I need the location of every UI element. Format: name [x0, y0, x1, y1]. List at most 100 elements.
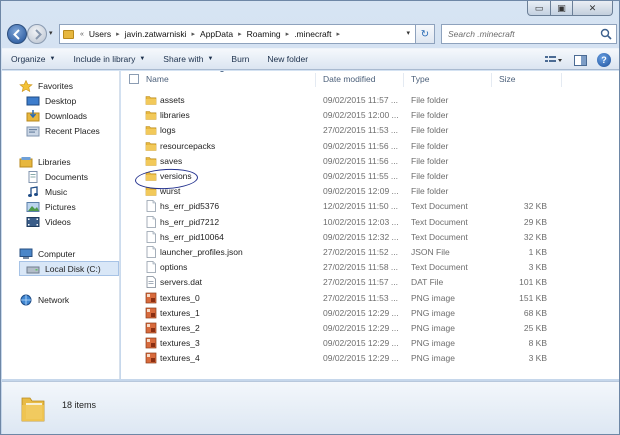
- file-row[interactable]: launcher_profiles.json 27/02/2015 11:52 .…: [121, 245, 619, 260]
- nav-videos-label: Videos: [45, 216, 71, 227]
- file-size: 151 KB: [519, 292, 547, 303]
- file-size: 3 KB: [528, 353, 547, 364]
- nav-pictures-label: Pictures: [45, 201, 76, 212]
- breadcrumb-user[interactable]: javin.zatwarniski: [122, 29, 190, 39]
- column-divider[interactable]: [491, 73, 492, 87]
- search-box[interactable]: [441, 24, 617, 44]
- file-type: PNG image: [411, 338, 455, 349]
- file-name: launcher_profiles.json: [160, 247, 243, 257]
- file-size: 3 KB: [528, 262, 547, 273]
- nav-videos[interactable]: Videos: [26, 214, 71, 229]
- column-divider[interactable]: [403, 73, 404, 87]
- file-date-modified: 27/02/2015 11:53 ...: [323, 292, 398, 303]
- file-row[interactable]: hs_err_pid5376 12/02/2015 11:50 ... Text D…: [121, 199, 619, 214]
- help-button[interactable]: ?: [597, 53, 611, 67]
- nav-documents[interactable]: Documents: [26, 169, 88, 184]
- column-divider[interactable]: [561, 73, 562, 87]
- music-note-icon: [28, 185, 38, 197]
- nav-music[interactable]: Music: [26, 184, 67, 199]
- file-row[interactable]: options 27/02/2015 11:58 ... Text Document…: [121, 260, 619, 275]
- file-row[interactable]: hs_err_pid10064 09/02/2015 12:32 ... Text …: [121, 230, 619, 245]
- file-date-modified: 09/02/2015 11:56 ...: [323, 140, 398, 151]
- refresh-button[interactable]: ↻: [415, 24, 435, 44]
- search-icon[interactable]: [600, 28, 612, 40]
- nav-downloads[interactable]: Downloads: [26, 108, 87, 123]
- command-bar-right: ?: [541, 49, 619, 71]
- chevron-right-icon[interactable]: ▸: [335, 30, 343, 38]
- share-with-menu[interactable]: Share with ▼: [154, 54, 222, 64]
- column-header: Name ▲ Date modified Type Size: [121, 71, 619, 89]
- file-row[interactable]: textures_2 09/02/2015 12:29 ... PNG image 2…: [121, 321, 619, 336]
- address-row: ▾ « Users ▸ javin.zatwarniski ▸ AppData …: [5, 23, 617, 45]
- nav-local-disk[interactable]: Local Disk (C:): [19, 261, 119, 276]
- column-divider[interactable]: [315, 73, 316, 87]
- file-date-modified: 09/02/2015 11:56 ...: [323, 155, 398, 166]
- file-date-modified: 09/02/2015 12:29 ...: [323, 338, 399, 349]
- nav-favorites-label: Favorites: [38, 80, 73, 91]
- file-row[interactable]: textures_4 09/02/2015 12:29 ... PNG image 3…: [121, 351, 619, 366]
- search-input[interactable]: [448, 29, 588, 39]
- breadcrumb-appdata[interactable]: AppData: [197, 29, 236, 39]
- overflow-chevron-icon[interactable]: «: [78, 31, 86, 38]
- breadcrumb-minecraft[interactable]: .minecraft: [291, 29, 334, 39]
- recent-pages-dropdown[interactable]: ▾: [49, 29, 57, 37]
- minimize-button[interactable]: ▭: [527, 1, 551, 16]
- file-name: hs_err_pid5376: [160, 201, 220, 212]
- chevron-right-icon[interactable]: ▸: [190, 30, 198, 38]
- nav-libraries[interactable]: Libraries: [19, 154, 71, 169]
- chevron-right-icon[interactable]: ▸: [236, 30, 244, 38]
- file-row[interactable]: resourcepacks 09/02/2015 11:56 ... File fo…: [121, 139, 619, 154]
- new-folder-button[interactable]: New folder: [258, 54, 317, 64]
- file-name: logs: [160, 125, 176, 136]
- column-name[interactable]: Name: [146, 74, 169, 84]
- select-all-checkbox[interactable]: [129, 74, 139, 86]
- address-history-dropdown[interactable]: ▾: [406, 29, 410, 37]
- maximize-button[interactable]: ▣: [551, 1, 573, 16]
- file-row[interactable]: saves 09/02/2015 11:56 ... File folder: [121, 154, 619, 169]
- close-button[interactable]: ✕: [573, 1, 613, 16]
- file-row[interactable]: assets 09/02/2015 11:57 ... File folder: [121, 93, 619, 108]
- organize-menu[interactable]: Organize ▼: [2, 54, 64, 64]
- address-bar[interactable]: « Users ▸ javin.zatwarniski ▸ AppData ▸ …: [59, 24, 433, 44]
- chevron-right-icon[interactable]: ▸: [284, 30, 292, 38]
- file-list-pane: Name ▲ Date modified Type Size assets 09/…: [121, 71, 619, 379]
- file-name: textures_0: [160, 292, 200, 303]
- explorer-window: ▭ ▣ ✕ ▾ « Users ▸ javin.zatwarniski ▸ Ap…: [0, 0, 620, 435]
- chevron-right-icon[interactable]: ▸: [114, 30, 122, 38]
- view-details-icon: [545, 56, 562, 62]
- change-view-button[interactable]: [541, 55, 567, 65]
- nav-recent-places[interactable]: Recent Places: [26, 123, 100, 138]
- nav-pictures[interactable]: Pictures: [26, 199, 76, 214]
- file-size: 1 KB: [528, 247, 547, 257]
- column-type[interactable]: Type: [411, 74, 429, 84]
- file-row[interactable]: logs 27/02/2015 11:53 ... File folder: [121, 123, 619, 138]
- preview-pane-button[interactable]: [567, 54, 593, 66]
- forward-button[interactable]: [27, 24, 47, 44]
- nav-desktop[interactable]: Desktop: [26, 93, 76, 108]
- nav-computer[interactable]: Computer: [19, 246, 75, 261]
- file-row[interactable]: hs_err_pid7212 10/02/2015 12:03 ... Text D…: [121, 215, 619, 230]
- file-row[interactable]: wurst 09/02/2015 12:09 ... File folder: [121, 184, 619, 199]
- column-size[interactable]: Size: [499, 74, 516, 84]
- breadcrumb-users[interactable]: Users: [86, 29, 114, 39]
- navigation-pane: Favorites Desktop Downloads Recent Place…: [2, 71, 120, 379]
- file-date-modified: 10/02/2015 12:03 ...: [323, 216, 399, 227]
- file-row[interactable]: textures_3 09/02/2015 12:29 ... PNG image 8…: [121, 336, 619, 351]
- file-type: JSON File: [411, 247, 450, 257]
- file-row[interactable]: textures_0 27/02/2015 11:53 ... PNG image 1…: [121, 291, 619, 306]
- file-type: File folder: [411, 95, 449, 105]
- breadcrumb-roaming[interactable]: Roaming: [244, 29, 284, 39]
- file-date-modified: 09/02/2015 11:55 ...: [323, 171, 398, 181]
- back-button[interactable]: [7, 24, 27, 44]
- nav-favorites[interactable]: Favorites: [19, 78, 73, 93]
- column-date-modified[interactable]: Date modified: [323, 74, 375, 84]
- file-row[interactable]: textures_1 09/02/2015 12:29 ... PNG image 6…: [121, 306, 619, 321]
- file-row[interactable]: libraries 09/02/2015 12:00 ... File folder: [121, 108, 619, 123]
- burn-button[interactable]: Burn: [222, 54, 258, 64]
- chevron-down-icon: ▼: [207, 56, 214, 62]
- include-in-library-menu[interactable]: Include in library ▼: [64, 54, 154, 64]
- recent-places-icon: [26, 126, 40, 136]
- file-type: Text Document: [411, 262, 468, 273]
- nav-network[interactable]: Network: [19, 292, 69, 307]
- file-row[interactable]: servers.dat 27/02/2015 11:57 ... DAT File 1…: [121, 275, 619, 290]
